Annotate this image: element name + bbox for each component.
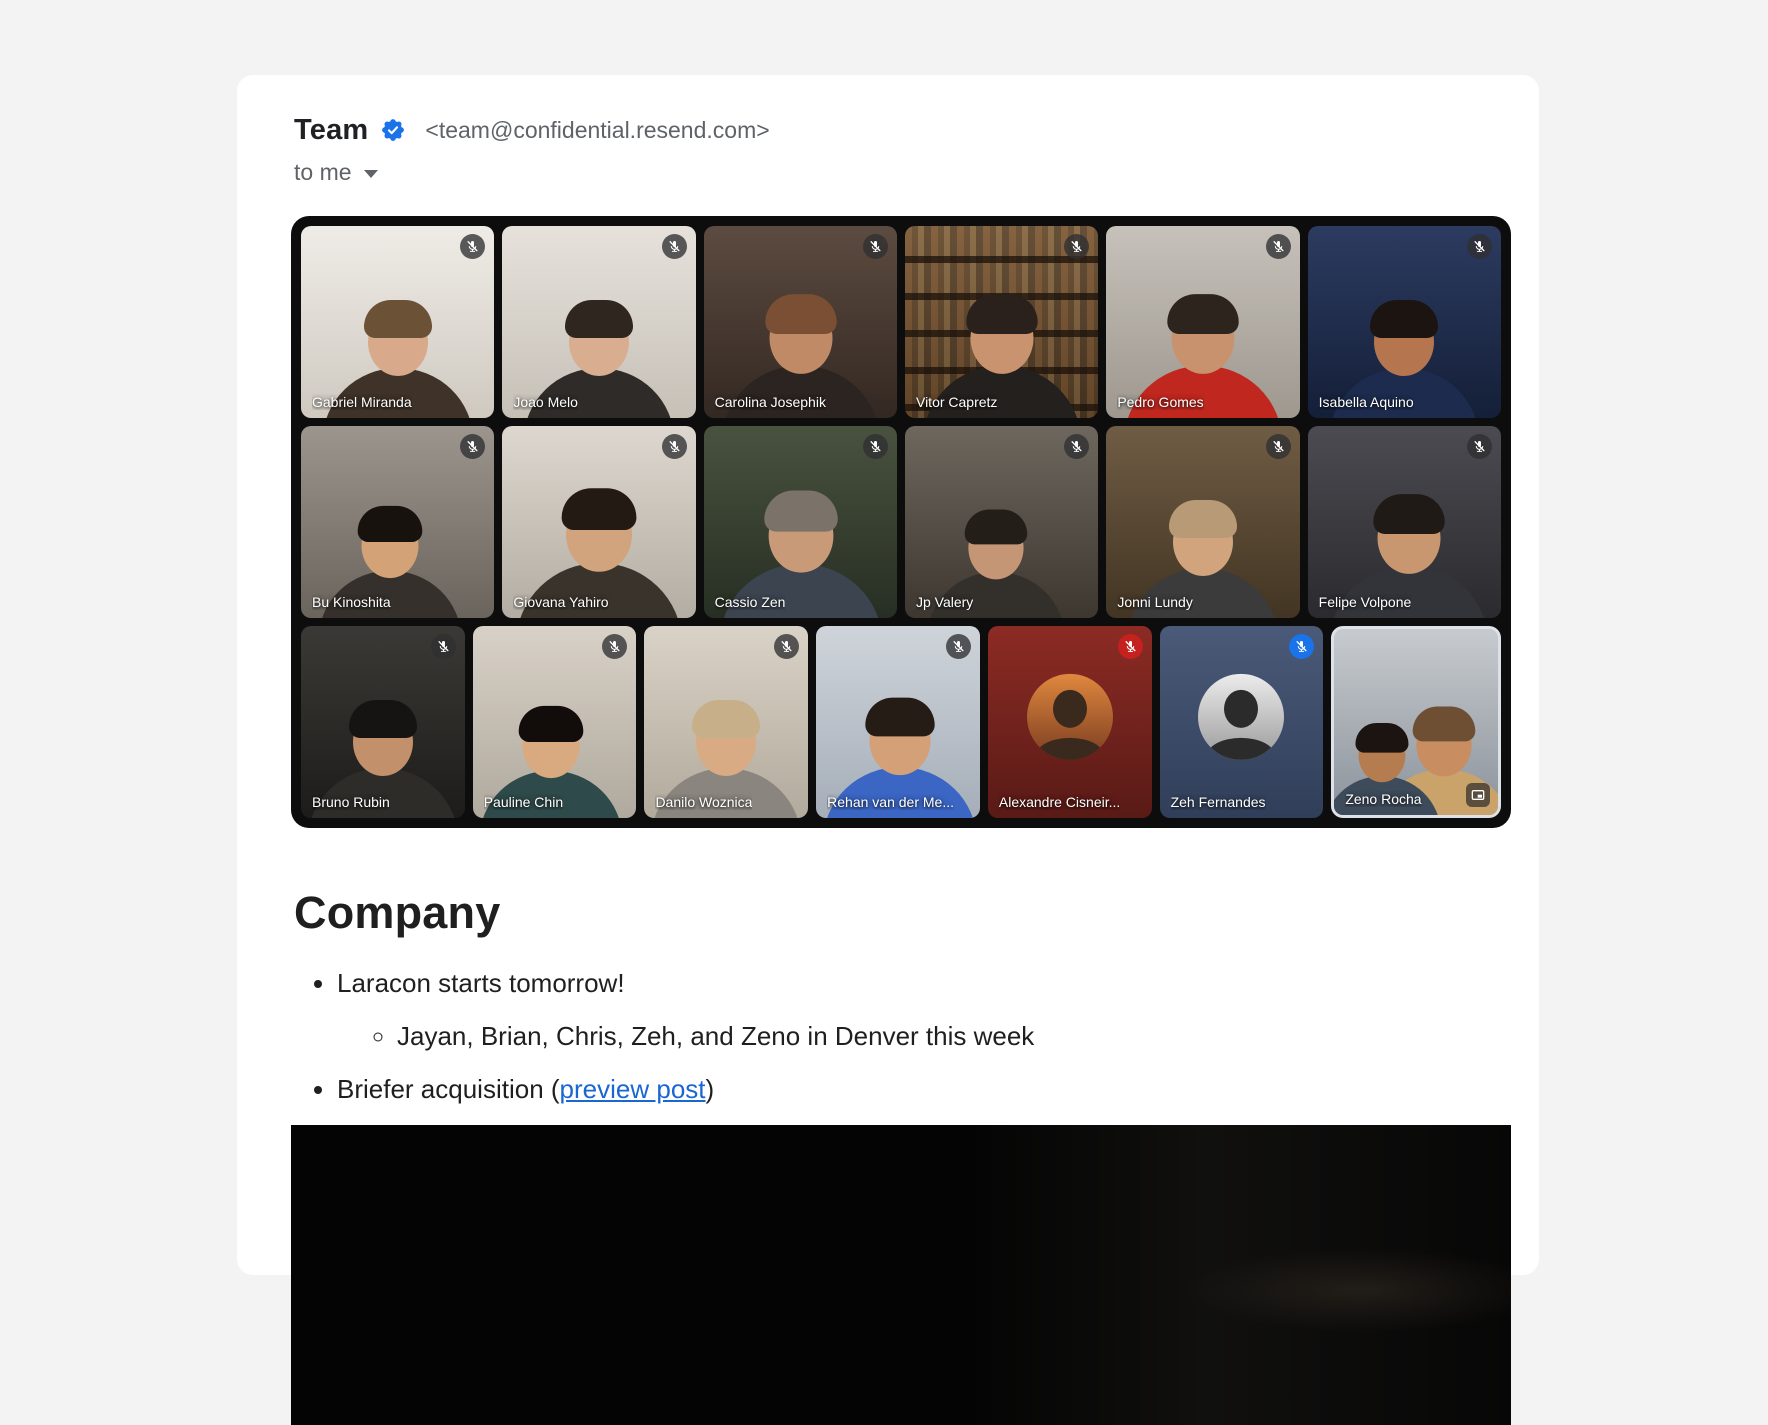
meet-grid-row: Bruno Rubin Pauline Chin Danilo Woznica Reh… bbox=[301, 626, 1501, 818]
list-item: Briefer acquisition (preview post) bbox=[337, 1071, 1510, 1108]
mic-off-icon bbox=[863, 234, 888, 259]
participant-tile: Alexandre Cisneir... bbox=[988, 626, 1152, 818]
bullet-text: Briefer acquisition ( bbox=[337, 1074, 560, 1104]
participant-tile: Carolina Josephik bbox=[704, 226, 897, 418]
participant-silhouette bbox=[301, 436, 481, 618]
meet-grid-row: Bu Kinoshita Giovana Yahiro Cassio Zen Jp V… bbox=[301, 426, 1501, 618]
participant-name: Zeh Fernandes bbox=[1171, 794, 1266, 810]
participant-tile: Zeh Fernandes bbox=[1160, 626, 1324, 818]
participant-name: Joao Melo bbox=[513, 394, 578, 410]
participant-name: Isabella Aquino bbox=[1319, 394, 1414, 410]
participant-tile: Zeno Rocha bbox=[1331, 626, 1501, 818]
participant-name: Danilo Woznica bbox=[655, 794, 752, 810]
mic-off-icon bbox=[662, 234, 687, 259]
mic-off-icon bbox=[863, 434, 888, 459]
participant-tile: Isabella Aquino bbox=[1308, 226, 1501, 418]
participant-tile: Pedro Gomes bbox=[1106, 226, 1299, 418]
verified-badge-icon bbox=[381, 118, 405, 142]
company-bullet-list: Laracon starts tomorrow! Jayan, Brian, Ch… bbox=[294, 965, 1510, 1108]
email-card: Team <team@confidential.resend.com> to m… bbox=[237, 75, 1539, 1275]
nested-bullet-list: Jayan, Brian, Chris, Zeh, and Zeno in De… bbox=[337, 1018, 1510, 1055]
participant-tile: Vitor Capretz bbox=[905, 226, 1098, 418]
meet-grid-image: Gabriel Miranda Joao Melo Carolina Josephi… bbox=[291, 216, 1511, 828]
mic-off-icon bbox=[460, 434, 485, 459]
embedded-dark-image bbox=[291, 1125, 1511, 1425]
participant-name: Vitor Capretz bbox=[916, 394, 997, 410]
list-item: Laracon starts tomorrow! Jayan, Brian, Ch… bbox=[337, 965, 1510, 1055]
participant-tile: Gabriel Miranda bbox=[301, 226, 494, 418]
bullet-text: Laracon starts tomorrow! bbox=[337, 968, 625, 998]
participant-name: Rehan van der Me... bbox=[827, 794, 954, 810]
mic-off-icon bbox=[774, 634, 799, 659]
sender-email: <team@confidential.resend.com> bbox=[425, 117, 769, 144]
bullet-text: Jayan, Brian, Chris, Zeh, and Zeno in De… bbox=[397, 1021, 1034, 1051]
mic-off-icon bbox=[1266, 434, 1291, 459]
participant-tile: Giovana Yahiro bbox=[502, 426, 695, 618]
mic-off-icon bbox=[946, 634, 971, 659]
participant-tile: Cassio Zen bbox=[704, 426, 897, 618]
sender-name: Team bbox=[294, 114, 368, 147]
chevron-down-icon bbox=[364, 170, 378, 178]
mic-off-icon bbox=[1289, 634, 1314, 659]
participant-tile: Joao Melo bbox=[502, 226, 695, 418]
participant-silhouette bbox=[473, 636, 629, 818]
picture-in-picture-icon bbox=[1466, 783, 1490, 807]
participant-tile: Felipe Volpone bbox=[1308, 426, 1501, 618]
participant-tile: Jp Valery bbox=[905, 426, 1098, 618]
mic-off-icon bbox=[1064, 434, 1089, 459]
section-heading: Company bbox=[294, 887, 1510, 939]
nested-list-item: Jayan, Brian, Chris, Zeh, and Zeno in De… bbox=[397, 1018, 1510, 1055]
participant-tile: Pauline Chin bbox=[473, 626, 637, 818]
mic-off-icon bbox=[1118, 634, 1143, 659]
camera-off-avatar bbox=[1198, 674, 1284, 760]
participant-name: Giovana Yahiro bbox=[513, 594, 608, 610]
email-from-line: Team <team@confidential.resend.com> bbox=[294, 113, 1510, 147]
mic-off-icon bbox=[431, 634, 456, 659]
participant-tile: Jonni Lundy bbox=[1106, 426, 1299, 618]
participant-name: Pauline Chin bbox=[484, 794, 563, 810]
mic-off-icon bbox=[1467, 234, 1492, 259]
participant-name: Felipe Volpone bbox=[1319, 594, 1412, 610]
mic-off-icon bbox=[1467, 434, 1492, 459]
participant-name: Pedro Gomes bbox=[1117, 394, 1203, 410]
participant-name: Carolina Josephik bbox=[715, 394, 826, 410]
mic-off-icon bbox=[1266, 234, 1291, 259]
participant-tile: Bu Kinoshita bbox=[301, 426, 494, 618]
bullet-text: ) bbox=[706, 1074, 715, 1104]
recipient-label: to me bbox=[294, 159, 352, 186]
preview-post-link[interactable]: preview post bbox=[560, 1074, 706, 1104]
participant-name: Jp Valery bbox=[916, 594, 973, 610]
participant-tile: Rehan van der Me... bbox=[816, 626, 980, 818]
mic-off-icon bbox=[662, 434, 687, 459]
participant-name: Cassio Zen bbox=[715, 594, 786, 610]
participant-name: Zeno Rocha bbox=[1345, 791, 1421, 807]
participant-silhouette bbox=[907, 441, 1085, 618]
participant-name: Gabriel Miranda bbox=[312, 394, 412, 410]
recipient-dropdown[interactable]: to me bbox=[294, 159, 1510, 185]
participant-name: Bu Kinoshita bbox=[312, 594, 391, 610]
camera-off-avatar bbox=[1027, 674, 1113, 760]
participant-tile: Danilo Woznica bbox=[644, 626, 808, 818]
participant-name: Alexandre Cisneir... bbox=[999, 794, 1120, 810]
participant-name: Bruno Rubin bbox=[312, 794, 390, 810]
meet-grid-row: Gabriel Miranda Joao Melo Carolina Josephi… bbox=[301, 226, 1501, 418]
participant-name: Jonni Lundy bbox=[1117, 594, 1193, 610]
participant-tile: Bruno Rubin bbox=[301, 626, 465, 818]
